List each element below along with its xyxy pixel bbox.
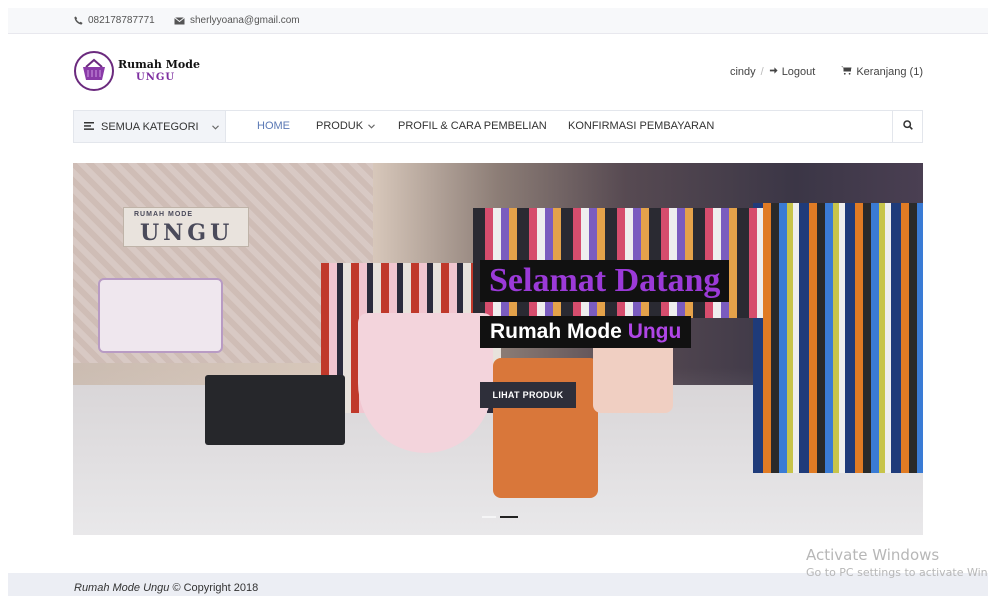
nav-home[interactable]: HOME [257,120,290,132]
nav-profil[interactable]: PROFIL & CARA PEMBELIAN [398,120,547,132]
nav-konfirmasi-label: KONFIRMASI PEMBAYARAN [568,120,715,132]
phone-icon [74,16,83,25]
store-sign: RUMAH MODE UNGU [123,207,249,247]
hero-subtitle: Rumah Mode Ungu [480,316,692,348]
hero-subtitle-accent: Ungu [627,320,682,343]
nav-konfirmasi[interactable]: KONFIRMASI PEMBAYARAN [568,120,714,132]
watermark-title: Activate Windows [806,546,940,564]
phone-contact: 082178787771 [74,15,155,26]
chevron-down-icon [368,120,375,132]
all-categories-dropdown[interactable]: SEMUA KATEGORI [74,111,226,142]
slider-dot[interactable] [482,516,496,518]
chevron-down-icon [211,121,219,133]
search-button[interactable] [892,111,922,142]
store-sign-small-text: RUMAH MODE [134,211,193,218]
nav-home-label: HOME [257,120,290,132]
footer-copyright: Rumah Mode Ungu © Copyright 2018 [74,582,258,594]
logo-subtitle: UNGU [136,72,176,83]
store-sign-big-text: UNGU [140,220,234,246]
logout-link[interactable]: Logout [769,66,816,78]
cart-link[interactable]: Keranjang (1) [841,66,923,78]
cart-label: Keranjang (1) [856,66,923,78]
nav-profil-label: PROFIL & CARA PEMBELIAN [398,120,547,132]
view-products-button[interactable]: LIHAT PRODUK [480,382,576,408]
site-logo[interactable]: Rumah Mode UNGU [74,51,200,91]
envelope-icon [174,16,185,25]
top-contact-bar: 082178787771 sherlyyoana@gmail.com [8,8,988,34]
slider-pagination [482,516,518,518]
categories-label: SEMUA KATEGORI [101,120,199,133]
logo-title: Rumah Mode [118,58,200,71]
main-navbar: SEMUA KATEGORI HOME PRODUK PROFIL & CARA… [73,110,923,143]
user-links: cindy / Logout Keranjang (1) [730,66,923,78]
store-bench-image [205,375,345,445]
search-icon [902,120,913,133]
arrow-right-icon [769,66,778,78]
slider-dot-active[interactable] [500,516,518,518]
watermark-subtitle: Go to PC settings to activate Wind [806,566,988,579]
cart-icon [841,66,852,78]
windows-activation-watermark: Activate Windows Go to PC settings to ac… [806,546,988,579]
email-contact: sherlyyoana@gmail.com [174,15,300,26]
hero-title: Selamat Datang [480,260,730,302]
menu-icon [84,121,94,133]
nav-produk-label: PRODUK [316,120,364,132]
hero-slider: RUMAH MODE UNGU Selamat Datang Rumah Mod… [73,163,923,535]
username[interactable]: cindy [730,66,756,78]
footer-brand: Rumah Mode Ungu [74,582,170,594]
mannequin-image [493,358,598,498]
phone-number: 082178787771 [88,15,155,26]
logout-label: Logout [781,66,816,78]
basket-logo-icon [74,51,114,91]
store-counter-image [98,278,223,353]
clothing-rack-right [753,203,923,473]
mannequin-image [358,313,493,453]
user-separator: / [760,66,764,78]
footer-copyright-text: © Copyright 2018 [172,582,259,594]
email-address: sherlyyoana@gmail.com [190,15,300,26]
hero-subtitle-main: Rumah Mode [490,320,622,343]
nav-produk[interactable]: PRODUK [316,120,375,132]
